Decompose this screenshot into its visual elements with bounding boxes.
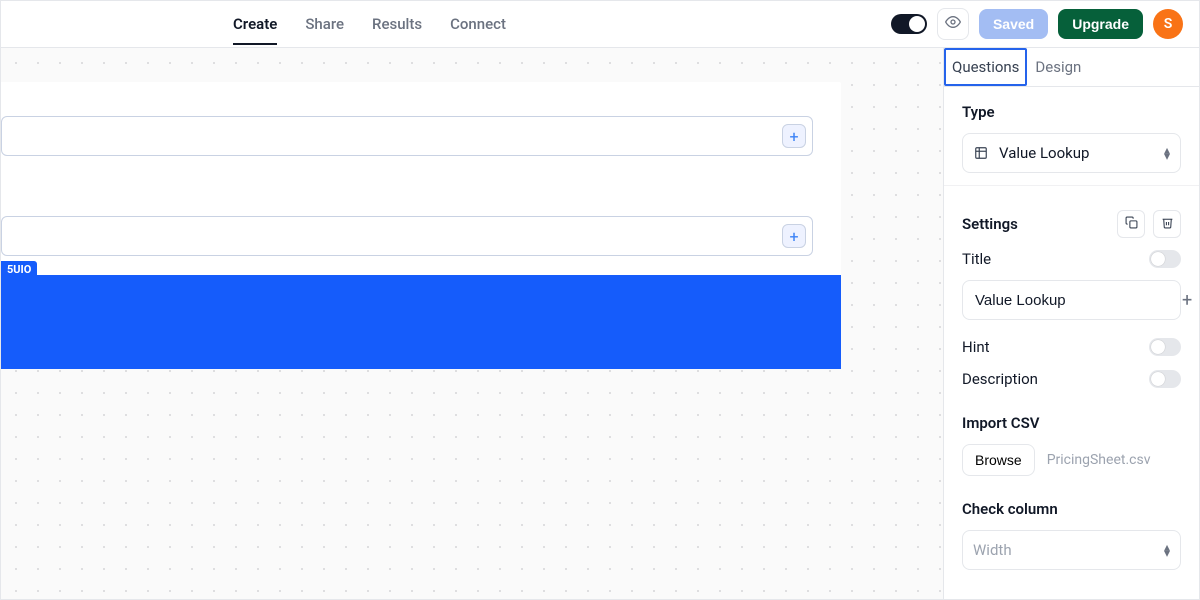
trash-icon: [1161, 216, 1174, 233]
header-right: Saved Upgrade S: [891, 8, 1183, 40]
add-field-button[interactable]: +: [782, 224, 806, 248]
right-sidebar: Questions Design Type Value Lookup ▴▾ Se…: [943, 48, 1199, 599]
check-column-value: Width: [973, 541, 1154, 559]
import-csv-row: Browse PricingSheet.csv: [962, 444, 1181, 476]
plus-icon: +: [789, 127, 798, 146]
description-toggle[interactable]: [1149, 370, 1181, 388]
type-section: Type Value Lookup ▴▾: [944, 87, 1199, 177]
title-input[interactable]: [975, 292, 1174, 309]
chevron-updown-icon: ▴▾: [1164, 544, 1170, 556]
title-input-wrap: +: [962, 280, 1181, 320]
copy-icon: [1125, 216, 1138, 233]
form-field-1[interactable]: +: [1, 116, 813, 156]
import-csv-label: Import CSV: [962, 414, 1181, 432]
app-body: + + 5UIO Questions Design Type: [1, 48, 1199, 599]
nav-tab-connect[interactable]: Connect: [450, 3, 506, 45]
add-field-button[interactable]: +: [782, 124, 806, 148]
settings-section: Settings: [944, 194, 1199, 574]
check-column-label: Check column: [962, 500, 1181, 518]
sidebar-tabs: Questions Design: [944, 48, 1199, 87]
form-canvas[interactable]: + + 5UIO: [1, 48, 943, 599]
title-add-button[interactable]: +: [1182, 290, 1192, 310]
hint-label: Hint: [962, 338, 990, 356]
app-root: Create Share Results Connect Saved Upgra…: [0, 0, 1200, 600]
hint-row: Hint: [962, 338, 1181, 356]
publish-toggle[interactable]: [891, 14, 927, 34]
type-label: Type: [962, 103, 1181, 121]
type-select[interactable]: Value Lookup ▴▾: [962, 133, 1181, 173]
plus-icon: +: [1182, 290, 1192, 311]
delete-button[interactable]: [1153, 210, 1181, 238]
title-label: Title: [962, 250, 991, 268]
title-row: Title: [962, 250, 1181, 268]
nav-tab-create[interactable]: Create: [233, 3, 277, 45]
nav-tabs: Create Share Results Connect: [233, 3, 506, 45]
saved-button[interactable]: Saved: [979, 9, 1048, 39]
browse-button[interactable]: Browse: [962, 444, 1035, 476]
sidebar-tab-questions[interactable]: Questions: [944, 48, 1027, 86]
chevron-updown-icon: ▴▾: [1164, 147, 1170, 159]
form-card: + +: [1, 82, 841, 276]
hint-toggle[interactable]: [1149, 338, 1181, 356]
upgrade-button[interactable]: Upgrade: [1058, 9, 1143, 39]
preview-button[interactable]: [937, 8, 969, 40]
plus-icon: +: [789, 227, 798, 246]
csv-filename: PricingSheet.csv: [1047, 452, 1151, 468]
description-label: Description: [962, 370, 1038, 388]
nav-tab-results[interactable]: Results: [372, 3, 422, 45]
user-avatar[interactable]: S: [1153, 9, 1183, 39]
app-header: Create Share Results Connect Saved Upgra…: [1, 1, 1199, 48]
description-row: Description: [962, 370, 1181, 388]
duplicate-button[interactable]: [1117, 210, 1145, 238]
check-column-select[interactable]: Width ▴▾: [962, 530, 1181, 570]
eye-icon: [945, 14, 961, 34]
table-icon: [973, 145, 989, 161]
settings-label: Settings: [962, 215, 1018, 233]
title-toggle[interactable]: [1149, 250, 1181, 268]
nav-tab-share[interactable]: Share: [305, 3, 344, 45]
selected-block[interactable]: [1, 275, 841, 369]
divider: [944, 185, 1199, 186]
sidebar-tab-design[interactable]: Design: [1027, 48, 1089, 86]
form-field-2[interactable]: +: [1, 216, 813, 256]
type-select-value: Value Lookup: [999, 144, 1154, 162]
